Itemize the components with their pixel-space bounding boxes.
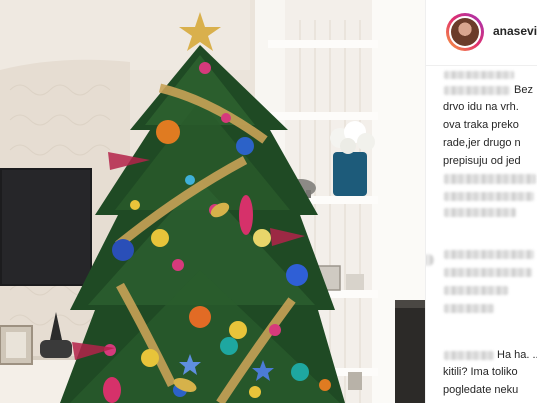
blurred-comment [444,304,494,313]
blurred-comment [444,174,536,184]
blurred-comment [444,250,534,259]
avatar[interactable] [446,13,484,51]
blurred-comment [444,286,508,295]
comment-line: rade,jer drugo n [443,137,521,149]
comment-line: drvo idu na vrh. [443,101,519,113]
blurred-avatar [426,254,434,266]
post-header: anasevi [426,0,537,66]
blurred-username [444,71,514,79]
comment-line: pogledate neku [443,384,519,396]
blurred-comment [444,208,516,217]
blurred-username [444,351,494,360]
comment-panel: anasevi Bez drvo idu na vrh. ova traka p… [425,0,537,403]
christmas-tree-photo [0,0,425,403]
blurred-comment [444,192,534,201]
avatar-ring [449,16,481,48]
username-link[interactable]: anasevi [493,24,537,38]
comment-line: ova traka preko [443,119,519,131]
comment-line: prepisuju od jed [443,155,521,167]
post-photo[interactable] [0,0,425,403]
comment-line: Bez [514,84,533,96]
blurred-comment [444,268,532,277]
comment-line: Ha ha. .. [497,349,537,361]
comment-line: kitili? Ima toliko [443,366,518,378]
avatar-image [451,18,479,46]
blurred-text [444,86,510,95]
vase [333,152,367,196]
